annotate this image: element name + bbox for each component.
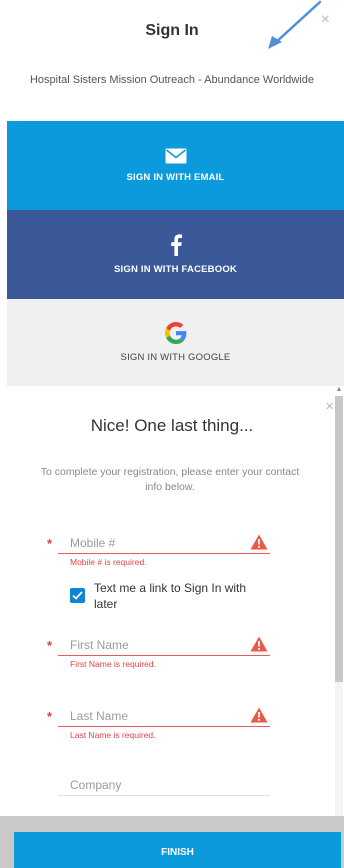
finish-button[interactable]: FINISH: [14, 832, 341, 868]
sms-opt-in-checkbox[interactable]: [70, 588, 85, 603]
mobile-error-message: Mobile # is required.: [70, 557, 147, 567]
sign-in-with-email-label: SIGN IN WITH EMAIL: [126, 172, 225, 183]
registration-panel: × ▲ Nice! One last thing... To complete …: [0, 386, 344, 868]
company-input[interactable]: [70, 774, 245, 796]
last-name-field-row: *: [47, 705, 270, 727]
sign-in-with-facebook-label: SIGN IN WITH FACEBOOK: [114, 264, 237, 275]
mobile-field-row: *: [47, 532, 270, 554]
signin-panel: Sign In × Hospital Sisters Mission Outre…: [0, 0, 344, 386]
warning-icon: [250, 707, 268, 723]
first-name-input[interactable]: [70, 634, 245, 656]
required-asterisk: *: [47, 638, 53, 653]
first-name-field-row: *: [47, 634, 270, 656]
arrow-annotation-icon: [268, 0, 322, 49]
close-icon[interactable]: ×: [325, 398, 334, 415]
google-icon: [164, 322, 186, 344]
organization-name: Hospital Sisters Mission Outreach - Abun…: [29, 74, 315, 86]
facebook-icon: [170, 234, 182, 256]
sms-opt-in: Text me a link to Sign In with later: [70, 580, 270, 612]
warning-icon: [250, 534, 268, 550]
last-name-input[interactable]: [70, 705, 245, 727]
sign-in-with-facebook-button[interactable]: SIGN IN WITH FACEBOOK: [7, 210, 344, 299]
mobile-input[interactable]: [70, 532, 245, 554]
scrollbar[interactable]: [335, 396, 343, 816]
company-field: [58, 774, 270, 796]
scrollbar-thumb[interactable]: [335, 396, 343, 682]
first-name-field: * First Name is required.: [47, 634, 270, 669]
sign-in-with-google-label: SIGN IN WITH GOOGLE: [120, 352, 231, 363]
sign-in-with-email-button[interactable]: SIGN IN WITH EMAIL: [7, 121, 344, 210]
last-name-field: * Last Name is required.: [47, 705, 270, 740]
first-name-error-message: First Name is required.: [70, 659, 156, 669]
warning-icon: [250, 636, 268, 652]
company-field-row: [58, 774, 270, 796]
registration-instructions: To complete your registration, please en…: [40, 466, 300, 493]
registration-title: Nice! One last thing...: [90, 416, 254, 435]
required-asterisk: *: [47, 709, 53, 724]
scroll-up-arrow-icon[interactable]: ▲: [335, 386, 343, 394]
last-name-error-message: Last Name is required.: [70, 730, 156, 740]
sign-in-with-google-button[interactable]: SIGN IN WITH GOOGLE: [7, 299, 344, 386]
required-asterisk: *: [47, 536, 53, 551]
checkmark-icon: [72, 591, 83, 600]
sms-opt-in-label: Text me a link to Sign In with later: [94, 581, 247, 611]
mobile-field: * Mobile # is required.: [47, 532, 270, 567]
envelope-icon: [165, 148, 186, 164]
